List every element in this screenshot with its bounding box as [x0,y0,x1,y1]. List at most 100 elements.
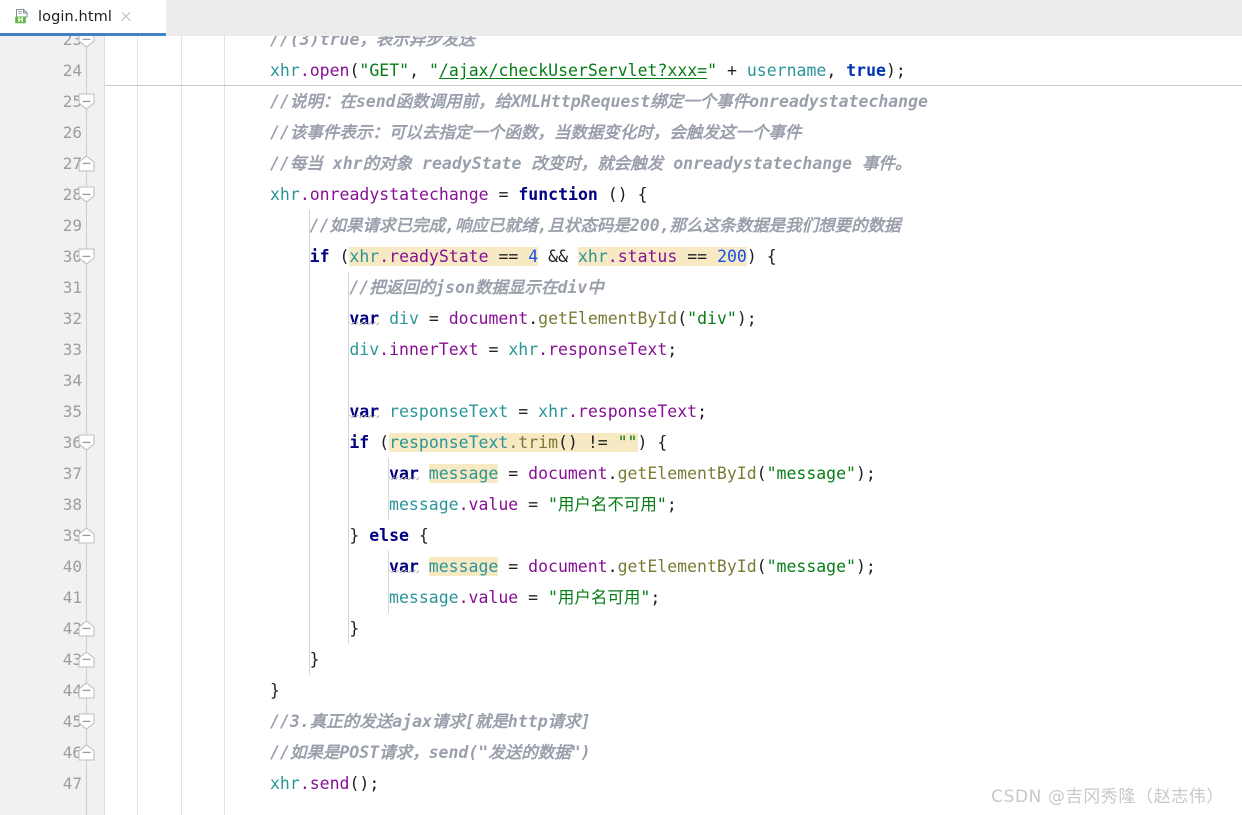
code-token-ident: xhr [270,61,300,80]
code-token-prop: document [448,309,529,328]
code-line[interactable]: if (responseText.trim() != "") { [349,427,667,458]
code-token-ident: div [389,309,419,328]
line-number: 26 [62,123,82,142]
line-number: 47 [62,774,82,793]
fold-marker-fold-up[interactable] [78,620,95,637]
code-line[interactable]: } [270,675,280,706]
code-token-prop: .readyState [379,247,489,266]
code-token-prop: document [528,557,608,576]
code-token-plain: = [478,340,509,359]
code-token-cmt: //3.真正的发送ajax请求[就是http请求] [270,712,591,731]
code-token-str: "用户名可用" [548,588,651,607]
code-token-plain [488,247,499,266]
code-token-ident: message [389,588,459,607]
code-token-kw: var [389,464,419,483]
code-token-fn: getElementById [617,557,757,576]
code-line[interactable]: //如果是POST请求，send("发送的数据") [270,737,591,768]
code-token-plain: ( [329,247,350,266]
code-line[interactable]: //如果请求已完成,响应已就绪,且状态码是200,那么这条数据是我们想要的数据 [310,210,901,241]
code-line-partial[interactable]: //(3)true，表示异步发送 [270,36,475,55]
indent-guide [308,210,310,675]
code-token-ident: xhr [349,247,380,266]
code-token-plain: ; [666,495,677,514]
code-line[interactable]: //该事件表示：可以去指定一个函数，当数据变化时，会触发这一个事件 [270,117,801,148]
code-token-plain: ; [650,588,661,607]
fold-marker-fold-down[interactable] [78,186,95,203]
code-token-prop: .send [299,774,350,793]
code-token-ident: xhr [538,402,568,421]
code-token-kw2: true [846,61,886,80]
code-token-plain: == [498,247,519,266]
html-file-icon: H [14,8,31,25]
code-token-ident: message [428,557,499,576]
code-line[interactable]: var responseText = xhr.responseText; [349,396,707,427]
code-token-plain: ( [756,557,767,576]
line-number: 40 [62,557,82,576]
code-line[interactable]: //每当 xhr的对象 readyState 改变时，就会触发 onreadys… [270,148,912,179]
line-number: 29 [62,216,82,235]
code-line[interactable]: //3.真正的发送ajax请求[就是http请求] [270,706,591,737]
code-token-fn: .trim [508,433,558,452]
code-line[interactable]: var div = document.getElementById("div")… [349,303,756,334]
code-editor[interactable]: 23 24 25 26 27 28 29 30 31 32 33 34 35 36 37 38 39 40 41 42… [0,36,1242,815]
code-token-plain: = [498,557,529,576]
code-token-str: "" [617,433,638,452]
code-line[interactable]: //把返回的json数据显示在div中 [349,272,603,303]
code-token-cmt: //该事件表示：可以去指定一个函数，当数据变化时，会触发这一个事件 [270,123,802,142]
code-token-ident: username [746,61,827,80]
fold-marker-fold-up[interactable] [78,744,95,761]
fold-marker-fold-up[interactable] [78,527,95,544]
code-token-str: "message" [766,464,856,483]
editor-gutter[interactable]: 23 24 25 26 27 28 29 30 31 32 33 34 35 36 37 38 39 40 41 42… [0,36,105,815]
fold-marker-fold-down[interactable] [78,713,95,730]
code-line[interactable]: message.value = "用户名不可用"; [389,489,677,520]
code-line[interactable]: message.value = "用户名可用"; [389,582,660,613]
code-line[interactable]: //说明：在send函数调用前，给XMLHttpRequest绑定一个事件onr… [270,86,928,117]
code-token-plain: } [349,526,370,545]
code-token-plain: () { [597,185,648,204]
fold-marker-fold-down[interactable] [78,93,95,110]
code-line[interactable]: xhr.send(); [270,768,379,799]
code-line[interactable]: var message = document.getElementById("m… [389,551,876,582]
code-token-plain: } [270,681,280,700]
code-token-plain: = [518,495,548,514]
code-token-plain: ) { [746,247,777,266]
code-token-str: "用户名不可用" [548,495,667,514]
editor-tab-label: login.html [38,8,112,25]
code-line[interactable]: xhr.onreadystatechange = function () { [270,179,648,210]
code-token-prop: .value [458,495,519,514]
fold-marker-fold-up[interactable] [78,155,95,172]
code-line[interactable]: xhr.open("GET", "/ajax/checkUserServlet?… [270,55,906,86]
code-token-plain: . [607,464,618,483]
fold-marker-fold-down[interactable] [78,36,95,48]
code-line[interactable]: var message = document.getElementById("m… [389,458,876,489]
code-token-kw: else [369,526,409,545]
code-token-str: " [707,61,718,80]
code-line[interactable]: } [310,644,320,675]
close-icon[interactable] [119,10,133,24]
editor-tab-login-html[interactable]: H login.html [0,0,166,36]
line-number: 38 [62,495,82,514]
line-number: 32 [62,309,82,328]
code-text-area[interactable]: //(3)true，表示异步发送 xhr.open("GET", "/ajax/c… [105,36,1242,815]
line-number: 24 [62,61,82,80]
code-token-plain: = [518,588,548,607]
fold-marker-fold-down[interactable] [78,434,95,451]
code-token-num: 200 [717,247,747,266]
code-line[interactable]: div.innerText = xhr.responseText; [349,334,677,365]
code-token-plain: = [418,309,449,328]
code-line[interactable]: } else { [349,520,429,551]
code-token-ident: div [349,340,380,359]
code-token-prop: .responseText [567,402,698,421]
code-token-plain: (); [349,774,380,793]
code-line[interactable]: } [349,613,359,644]
code-token-plain: == [687,247,708,266]
code-line[interactable]: if (xhr.readyState == 4 && xhr.status ==… [310,241,777,272]
code-token-ident: xhr [270,185,300,204]
line-number: 34 [62,371,82,390]
code-token-plain: ( [369,433,390,452]
fold-marker-fold-up[interactable] [78,682,95,699]
fold-marker-fold-up[interactable] [78,651,95,668]
fold-marker-fold-down[interactable] [78,248,95,265]
